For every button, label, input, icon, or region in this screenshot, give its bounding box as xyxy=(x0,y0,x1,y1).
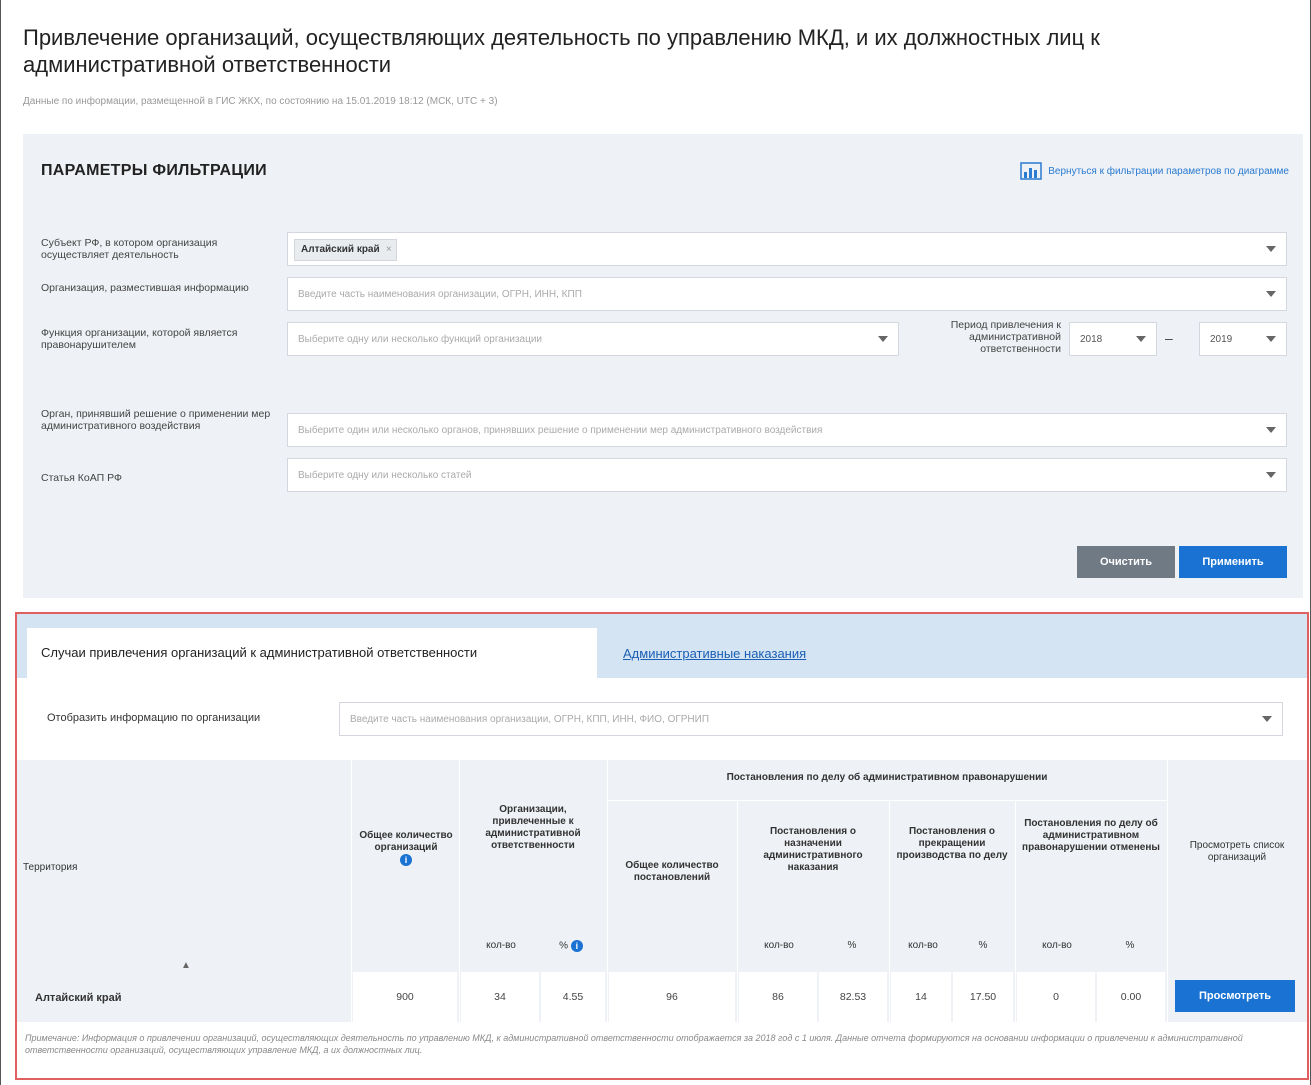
info-icon[interactable]: i xyxy=(400,854,412,866)
period-to-value: 2019 xyxy=(1210,334,1233,345)
period-dash: – xyxy=(1165,330,1173,346)
organ-select[interactable]: Выберите один или несколько органов, при… xyxy=(287,413,1287,447)
header-view-list: Просмотреть список организаций xyxy=(1189,840,1285,863)
tab-punishments[interactable]: Административные наказания xyxy=(623,646,806,661)
cell-termination-pct: 17.50 xyxy=(953,972,1013,1022)
org-filter-label: Отобразить информацию по организации xyxy=(47,712,261,724)
subheader-count: кол-во xyxy=(764,940,794,951)
col-divider xyxy=(737,800,738,1022)
page-subtitle: Данные по информации, размещенной в ГИС … xyxy=(23,96,498,107)
cell-termination-count: 14 xyxy=(891,972,951,1022)
cell-total-resolutions: 96 xyxy=(609,972,735,1022)
chevron-down-icon[interactable] xyxy=(1266,336,1276,342)
org-select[interactable]: Введите часть наименования организации, … xyxy=(287,277,1287,311)
subheader-percent: % xyxy=(1125,940,1135,951)
subheader-count: кол-во xyxy=(1042,940,1072,951)
info-icon[interactable]: i xyxy=(570,940,583,952)
col-divider xyxy=(889,800,890,1022)
subject-tag-label: Алтайский край xyxy=(301,244,380,255)
col-divider xyxy=(351,760,352,1022)
article-placeholder: Выберите одну или несколько статей xyxy=(298,470,472,481)
function-label: Функция организации, которой является пр… xyxy=(41,327,238,351)
view-button[interactable]: Просмотреть xyxy=(1175,980,1295,1012)
apply-button[interactable]: Применить xyxy=(1179,546,1287,578)
header-res-termination: Постановления о прекращении производства… xyxy=(896,826,1008,861)
diagram-filter-link-label: Вернуться к фильтрации параметров по диа… xyxy=(1048,165,1289,177)
filter-panel: ПАРАМЕТРЫ ФИЛЬТРАЦИИ Вернуться к фильтра… xyxy=(23,134,1303,598)
organ-label: Орган, принявший решение о применении ме… xyxy=(41,408,271,432)
article-label: Статья КоАП РФ xyxy=(41,472,122,484)
filter-heading: ПАРАМЕТРЫ ФИЛЬТРАЦИИ xyxy=(41,162,267,179)
cell-punishment-pct: 82.53 xyxy=(819,972,887,1022)
results-section: Случаи привлечения организаций к админис… xyxy=(15,612,1309,1080)
period-from-select[interactable]: 2018 xyxy=(1069,322,1157,356)
header-resolutions-group: Постановления по делу об административно… xyxy=(726,772,1048,783)
page-title: Привлечение организаций, осуществляющих … xyxy=(23,25,1100,77)
subject-select[interactable]: Алтайский край × xyxy=(287,232,1287,266)
cell-total-orgs: 900 xyxy=(353,972,457,1022)
subheader-percent: % xyxy=(847,940,857,951)
org-placeholder: Введите часть наименования организации, … xyxy=(298,289,582,300)
organ-placeholder: Выберите один или несколько органов, при… xyxy=(298,425,823,436)
org-label: Организация, разместившая информацию xyxy=(41,282,249,294)
subheader-percent-label: % xyxy=(559,940,569,952)
cell-liable-pct: 4.55 xyxy=(541,972,605,1022)
function-select[interactable]: Выберите одну или несколько функций орга… xyxy=(287,322,899,356)
cell-cancelled-pct: 0.00 xyxy=(1097,972,1165,1022)
footnote: Примечание: Информация о привлечении орг… xyxy=(25,1033,1243,1055)
col-divider xyxy=(1015,800,1016,1022)
subheader-count: кол-во xyxy=(486,940,516,951)
cell-cancelled-count: 0 xyxy=(1017,972,1095,1022)
header-total-orgs-label: Общее количество организаций xyxy=(359,830,453,853)
chevron-down-icon[interactable] xyxy=(1136,336,1146,342)
results-table: Территория ▲ Общее количество организаци… xyxy=(17,760,1307,1022)
chevron-down-icon[interactable] xyxy=(1266,291,1276,297)
function-placeholder: Выберите одну или несколько функций орга… xyxy=(298,334,542,345)
header-orgs-liable: Организации, привлеченные к администрати… xyxy=(485,804,581,851)
subheader-count: кол-во xyxy=(908,940,938,951)
subheader-percent: % xyxy=(978,940,988,951)
diagram-filter-link[interactable]: Вернуться к фильтрации параметров по диа… xyxy=(1020,162,1289,180)
chevron-down-icon[interactable] xyxy=(878,336,888,342)
chevron-down-icon[interactable] xyxy=(1266,427,1276,433)
row-divider xyxy=(607,800,1167,801)
article-select[interactable]: Выберите одну или несколько статей xyxy=(287,458,1287,492)
subheader-percent: % i xyxy=(541,940,601,953)
header-total-orgs: Общее количество организаций i xyxy=(359,830,453,867)
org-filter-placeholder: Введите часть наименования организации, … xyxy=(350,714,710,725)
col-divider xyxy=(1167,760,1168,1022)
clear-button[interactable]: Очистить xyxy=(1077,546,1175,578)
sort-icon[interactable]: ▲ xyxy=(181,960,191,971)
subject-tag[interactable]: Алтайский край × xyxy=(294,239,397,261)
header-res-punishment: Постановления о назначении административ… xyxy=(763,826,863,873)
org-filter-select[interactable]: Введите часть наименования организации, … xyxy=(339,702,1283,736)
chevron-down-icon[interactable] xyxy=(1266,246,1276,252)
header-territory: Территория xyxy=(23,862,78,873)
row-territory: Алтайский край xyxy=(35,992,122,1004)
col-divider xyxy=(459,760,460,1022)
header-res-cancelled: Постановления по делу об административно… xyxy=(1022,818,1160,853)
page: Привлечение организаций, осуществляющих … xyxy=(0,0,1311,1085)
cell-liable-count: 34 xyxy=(461,972,539,1022)
remove-tag-icon[interactable]: × xyxy=(386,240,392,260)
header-total-resolutions: Общее количество постановлений xyxy=(625,860,719,883)
subject-label: Субъект РФ, в котором организация осущес… xyxy=(41,237,218,261)
chevron-down-icon[interactable] xyxy=(1266,472,1276,478)
tabs-bar: Случаи привлечения организаций к админис… xyxy=(17,614,1307,678)
chart-icon xyxy=(1020,162,1043,180)
tab-cases[interactable]: Случаи привлечения организаций к админис… xyxy=(27,628,597,678)
cell-punishment-count: 86 xyxy=(739,972,817,1022)
chevron-down-icon[interactable] xyxy=(1262,716,1272,722)
period-to-select[interactable]: 2019 xyxy=(1199,322,1287,356)
period-from-value: 2018 xyxy=(1080,334,1103,345)
period-label: Период привлечения к административной от… xyxy=(950,319,1061,355)
